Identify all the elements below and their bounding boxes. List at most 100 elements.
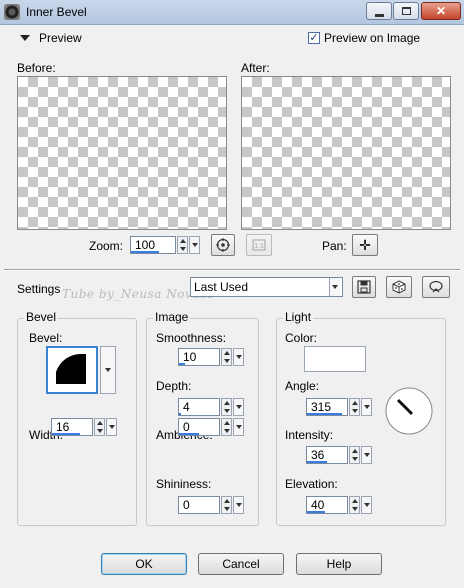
smoothness-spinner[interactable] [221,348,232,366]
shininess-input[interactable]: 0 [178,496,220,514]
bevel-shape-dropdown[interactable] [100,346,116,394]
after-preview[interactable] [241,76,451,230]
width-input[interactable]: 16 [51,418,93,436]
cancel-label: Cancel [222,557,260,571]
zoom-to-fit-button[interactable] [211,234,235,256]
section-divider [4,269,460,271]
image-group-title: Image [153,310,191,324]
actual-size-icon: 1:1 [252,239,266,251]
depth-value: 4 [183,400,190,414]
bevel-shape-picker[interactable] [46,346,98,394]
smoothness-dropdown-button[interactable] [233,348,244,366]
title-bar[interactable]: Inner Bevel ✕ [0,0,464,25]
shininess-spinner[interactable] [221,496,232,514]
depth-input[interactable]: 4 [178,398,220,416]
chevron-down-icon [363,503,370,507]
preset-dropdown-arrow [329,278,340,296]
angle-label: Angle: [285,379,320,393]
maximize-button[interactable] [393,2,419,20]
before-preview[interactable] [17,76,227,230]
chevron-down-icon [235,503,242,507]
intensity-label: Intensity: [285,428,334,442]
randomize-button[interactable] [386,276,412,298]
preview-collapse-toggle[interactable] [20,35,30,41]
dice-icon [392,280,406,294]
preview-on-image-label: Preview on Image [324,31,421,45]
angle-value: 315 [311,400,332,414]
chevron-down-icon [235,405,242,409]
ok-label: OK [135,557,153,571]
preset-value: Last Used [194,280,249,294]
zoom-input[interactable]: 100 [130,236,176,254]
chevron-down-icon [191,243,198,247]
minimize-button[interactable] [366,2,392,20]
smoothness-label: Smoothness: [156,331,227,345]
bevel-label: Bevel: [29,331,63,345]
ok-button[interactable]: OK [101,553,187,575]
angle-spinner[interactable] [349,398,360,416]
elevation-spinner[interactable] [349,496,360,514]
spin-down-icon [223,409,230,413]
spin-up-icon [351,499,358,503]
shininess-value: 0 [183,498,190,512]
depth-fill [179,413,181,415]
spin-up-icon [223,421,230,425]
light-group-title: Light [283,310,314,324]
preview-on-image-checkbox[interactable]: ✓ [308,32,320,44]
ambience-input[interactable]: 0 [178,418,220,436]
zoom-dropdown-button[interactable] [189,236,200,254]
spin-down-icon [351,457,358,461]
ambience-value: 0 [183,420,190,434]
smoothness-value: 10 [183,350,197,364]
angle-input[interactable]: 315 [306,398,348,416]
light-color-swatch[interactable] [304,346,366,372]
intensity-spinner[interactable] [349,446,360,464]
angle-dropdown-button[interactable] [361,398,372,416]
spin-down-icon [223,359,230,363]
before-label: Before: [17,61,56,75]
smoothness-input[interactable]: 10 [178,348,220,366]
ambience-dropdown-button[interactable] [233,418,244,436]
ambience-fill [179,433,199,435]
save-icon [357,280,371,294]
intensity-fill [307,461,327,463]
zoom-value: 100 [135,238,156,252]
cancel-button[interactable]: Cancel [198,553,284,575]
width-spinner[interactable] [94,418,105,436]
width-dropdown-button[interactable] [106,418,117,436]
help-label: Help [326,557,352,571]
intensity-input[interactable]: 36 [306,446,348,464]
save-preset-button[interactable] [352,276,376,298]
close-button[interactable]: ✕ [421,2,461,20]
depth-spinner[interactable] [221,398,232,416]
ambience-spinner[interactable] [221,418,232,436]
width-fill [52,433,80,435]
intensity-value: 36 [311,448,325,462]
elevation-label: Elevation: [285,477,338,491]
spin-up-icon [223,351,230,355]
intensity-dropdown-button[interactable] [361,446,372,464]
light-color-fill [305,347,365,371]
shininess-label: Shininess: [156,477,212,491]
depth-dropdown-button[interactable] [233,398,244,416]
preset-dropdown[interactable]: Last Used [190,277,343,297]
collapse-triangle-icon [20,35,30,41]
zoom-spinner[interactable] [177,236,188,254]
pan-button[interactable]: ✛ [352,234,378,256]
app-icon [4,4,20,20]
elevation-dropdown-button[interactable] [361,496,372,514]
spin-down-icon [179,247,186,251]
shininess-dropdown-button[interactable] [233,496,244,514]
elevation-input[interactable]: 40 [306,496,348,514]
spin-up-icon [223,401,230,405]
reset-button[interactable] [422,276,450,298]
maximize-icon [401,7,411,15]
zoom-fill [131,251,160,253]
smoothness-fill [179,363,185,365]
chevron-down-icon [105,368,111,372]
elevation-fill [307,511,325,513]
help-button[interactable]: Help [296,553,382,575]
elevation-value: 40 [311,498,325,512]
angle-dial[interactable] [384,386,434,436]
actual-size-button[interactable]: 1:1 [246,234,272,256]
